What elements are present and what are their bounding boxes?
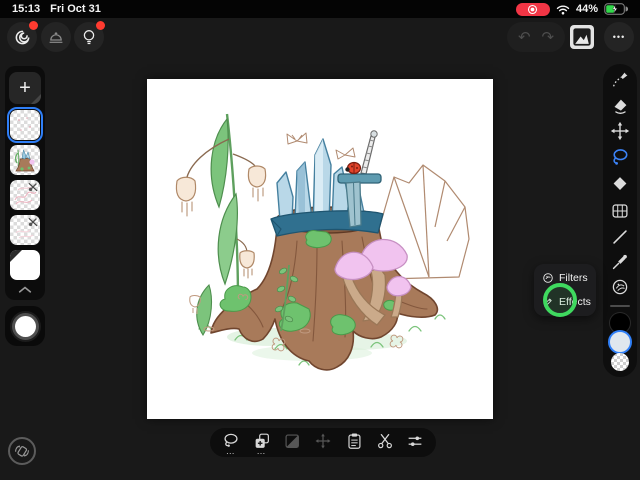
collapse-layers-chevron-icon[interactable]	[17, 285, 33, 294]
move-selection-icon	[315, 433, 331, 449]
more-icon: •••	[612, 32, 626, 42]
layer-hidden-icon	[28, 218, 38, 227]
tool-fill[interactable]	[609, 173, 631, 195]
layer-thumbnail-lineart[interactable]	[10, 180, 40, 210]
tool-eraser[interactable]	[609, 95, 631, 117]
notifications-button[interactable]	[41, 22, 71, 52]
tool-lasso-select[interactable]	[609, 146, 631, 168]
active-color-swatch	[14, 315, 36, 337]
rotation-lock-icon	[15, 445, 29, 457]
layer-thumbnail-sketch[interactable]	[7, 107, 43, 143]
tool-eyedropper[interactable]	[609, 251, 631, 273]
rotation-lock-button[interactable]	[8, 437, 36, 465]
draw-pen-icon	[612, 72, 628, 87]
sidebar-divider	[610, 305, 630, 307]
move-icon	[610, 121, 630, 141]
effects-washer-icon	[612, 279, 628, 295]
gallery-spiral-icon	[15, 30, 29, 44]
tool-move[interactable]	[609, 120, 631, 142]
layer-thumbnail-artwork[interactable]	[10, 145, 40, 175]
touch-indicator	[543, 283, 577, 317]
sketch-specks	[18, 117, 31, 131]
selection-toolbar: … … . .	[210, 428, 436, 457]
ideas-button[interactable]	[74, 21, 105, 52]
service-bell-icon	[49, 32, 63, 43]
transform-grid-icon	[612, 204, 628, 218]
battery-percent: 44%	[575, 3, 598, 15]
duplicate-button[interactable]: …	[252, 428, 272, 457]
selection-settings-button[interactable]: .	[405, 428, 425, 457]
canvas-artwork	[175, 113, 470, 371]
redo-button[interactable]: ↷	[541, 28, 554, 46]
status-date: Fri Oct 31	[50, 3, 101, 15]
cut-scissors-icon	[377, 434, 392, 449]
notification-badge	[96, 21, 105, 30]
layer-thumbnail-rough[interactable]	[10, 215, 40, 245]
tool-transform-grid[interactable]	[609, 200, 631, 222]
layer-hidden-icon	[28, 183, 38, 192]
more-options-dots: …	[256, 446, 267, 456]
drawing-canvas[interactable]	[147, 79, 493, 419]
fill-icon	[613, 177, 627, 190]
eyedropper-icon	[612, 254, 627, 270]
status-time: 15:13	[12, 3, 41, 15]
line-icon	[613, 230, 627, 244]
notification-badge	[29, 21, 38, 30]
plus-icon: +	[19, 76, 31, 99]
sketch-app-screen: { "status_bar": { "time": "15:13", "date…	[0, 0, 640, 480]
battery-icon	[604, 3, 628, 15]
primary-color-swatch[interactable]	[608, 330, 632, 354]
history-controls: ↶ ↷	[507, 22, 565, 52]
tool-line[interactable]	[609, 226, 631, 248]
fill-selection-button[interactable]: .	[282, 428, 302, 457]
status-bar: 15:13 Fri Oct 31 44%	[0, 0, 640, 18]
eraser-icon	[614, 99, 627, 114]
tool-draw[interactable]	[609, 68, 631, 90]
screen-recording-indicator[interactable]	[515, 2, 550, 16]
move-selection-button[interactable]: .	[313, 428, 333, 457]
paste-icon	[348, 433, 361, 449]
more-options-dots: …	[225, 446, 236, 456]
ideas-bulb-icon	[83, 30, 95, 45]
import-image-button[interactable]	[570, 25, 594, 49]
active-color-button[interactable]	[5, 306, 45, 346]
more-button[interactable]: •••	[604, 22, 634, 52]
paste-button[interactable]: .	[344, 428, 364, 457]
import-image-icon	[573, 28, 591, 46]
record-icon	[528, 4, 538, 14]
tool-effects[interactable]	[609, 276, 631, 298]
undo-button[interactable]: ↶	[518, 28, 531, 46]
artwork-mini	[14, 148, 35, 172]
lasso-icon	[613, 149, 628, 165]
fill-selection-icon	[285, 434, 300, 448]
selection-settings-icon	[408, 436, 422, 446]
wifi-icon	[556, 5, 570, 14]
filters-icon	[543, 273, 553, 284]
cut-button[interactable]: .	[375, 428, 395, 457]
transparent-color-swatch[interactable]	[611, 353, 629, 371]
gallery-button[interactable]	[7, 21, 38, 52]
layer-thumbnail-background[interactable]	[10, 250, 40, 280]
add-layer-button[interactable]: +	[9, 72, 41, 104]
lasso-select-button[interactable]: …	[221, 428, 241, 457]
